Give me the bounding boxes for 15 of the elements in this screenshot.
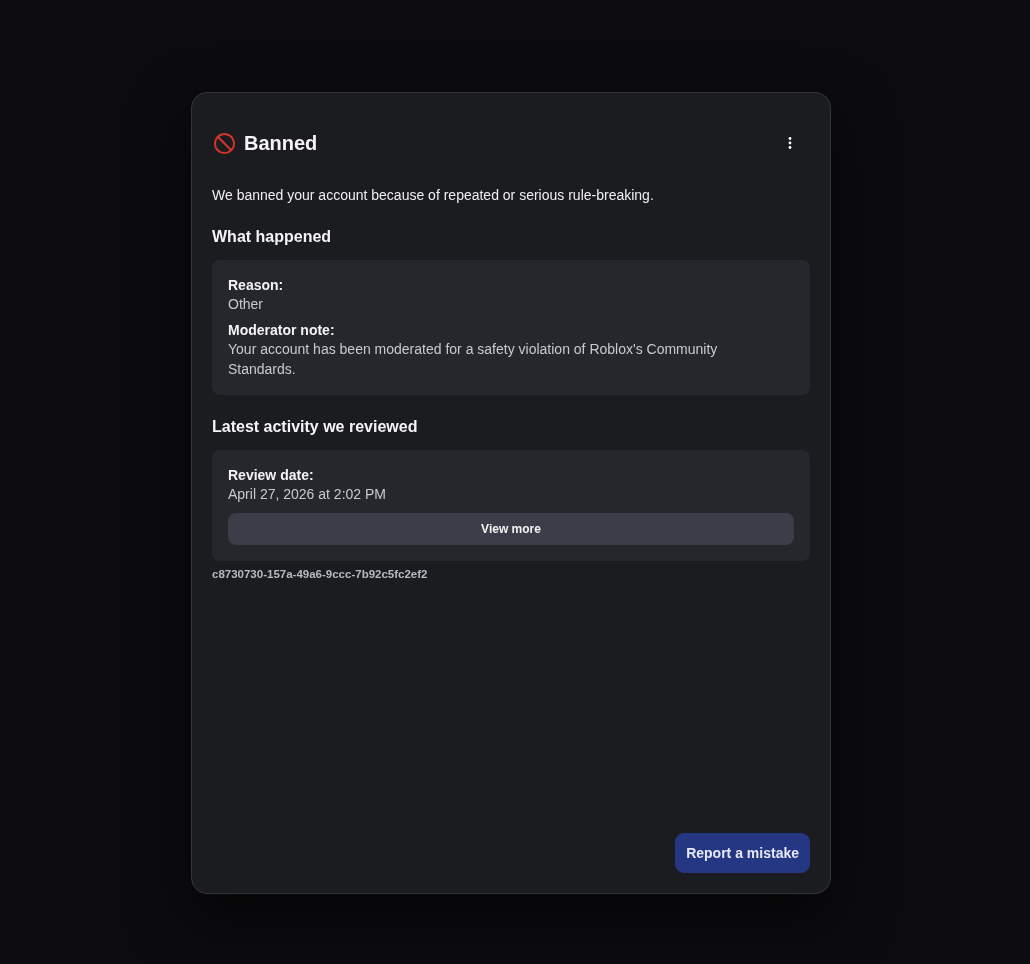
kebab-menu-icon xyxy=(788,137,792,149)
field-value: April 27, 2026 at 2:02 PM xyxy=(228,485,387,504)
field-label: Moderator note: xyxy=(228,321,336,339)
view-more-button[interactable]: View more xyxy=(228,513,794,545)
ban-summary: We banned your account because of repeated or serious rule-breaking. xyxy=(212,186,655,205)
field-value: Your account has been moderated for a safety violation of Roblox's Community Standards. xyxy=(228,340,719,379)
report-mistake-button[interactable]: Report a mistake xyxy=(675,833,810,873)
dialog-title: Banned xyxy=(244,131,318,155)
field-label: Review date: xyxy=(228,466,315,484)
field-value: Other xyxy=(228,295,264,314)
field-label: Reason: xyxy=(228,276,285,294)
section-heading: Latest activity we reviewed xyxy=(212,417,419,437)
reference-id: c8730730-157a-49a6-9ccc-7b92c5fc2ef2 xyxy=(212,567,429,581)
section-heading: What happened xyxy=(212,227,333,247)
ban-icon xyxy=(213,131,236,155)
